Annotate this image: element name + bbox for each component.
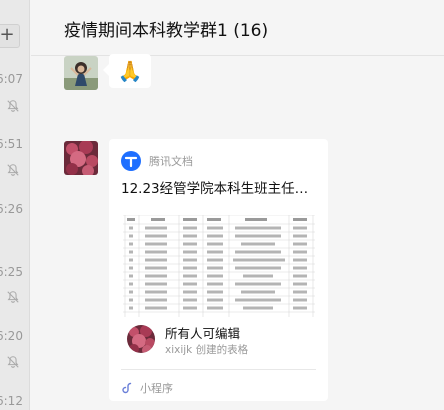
mini-program-label: 小程序 bbox=[140, 382, 173, 395]
mute-icon bbox=[6, 163, 20, 177]
chat-header: 疫情期间本科教学群1 (16) bbox=[31, 0, 444, 56]
creator-label: xixijk 创建的表格 bbox=[165, 344, 249, 356]
spreadsheet-thumbnail bbox=[123, 215, 315, 317]
mute-icon bbox=[6, 290, 20, 304]
emoji-message-bubble[interactable]: 🙏 bbox=[103, 54, 151, 88]
chat-list-time: 6:26 bbox=[0, 202, 23, 216]
edit-permission-label: 所有人可编辑 bbox=[165, 326, 241, 341]
card-source: 腾讯文档 bbox=[121, 151, 193, 171]
chat-list-time: 6:12 bbox=[0, 394, 23, 408]
mini-program-card[interactable]: 腾讯文档 12.23经管学院本科生班主任、… 所有人可编辑 xixijk 创建的… bbox=[109, 139, 328, 401]
chat-list-time: 6:07 bbox=[0, 72, 23, 86]
chat-list-column: + 6:07 6:51 6:26 6:25 6:20 6:12 bbox=[0, 0, 30, 410]
chat-title: 疫情期间本科教学群1 (16) bbox=[64, 21, 269, 41]
chat-list-time: 6:20 bbox=[0, 329, 23, 343]
mute-icon bbox=[6, 99, 20, 113]
card-source-label: 腾讯文档 bbox=[149, 155, 193, 168]
sender-avatar[interactable] bbox=[64, 56, 98, 90]
chat-list-time: 6:51 bbox=[0, 137, 23, 151]
mini-program-icon bbox=[121, 381, 135, 395]
mute-icon bbox=[6, 355, 20, 369]
chat-window: 疫情期间本科教学群1 (16) 🙏 腾讯文档 12.23经管学院本科生班主任、…… bbox=[31, 0, 444, 410]
add-button[interactable]: + bbox=[0, 24, 20, 48]
tencent-docs-logo-icon bbox=[121, 151, 141, 171]
card-footer: 小程序 bbox=[121, 380, 173, 396]
card-divider bbox=[121, 369, 316, 370]
chat-list-time: 6:25 bbox=[0, 265, 23, 279]
sender-avatar[interactable] bbox=[64, 141, 98, 175]
owner-avatar bbox=[127, 325, 155, 353]
card-title: 12.23经管学院本科生班主任、… bbox=[121, 181, 321, 197]
